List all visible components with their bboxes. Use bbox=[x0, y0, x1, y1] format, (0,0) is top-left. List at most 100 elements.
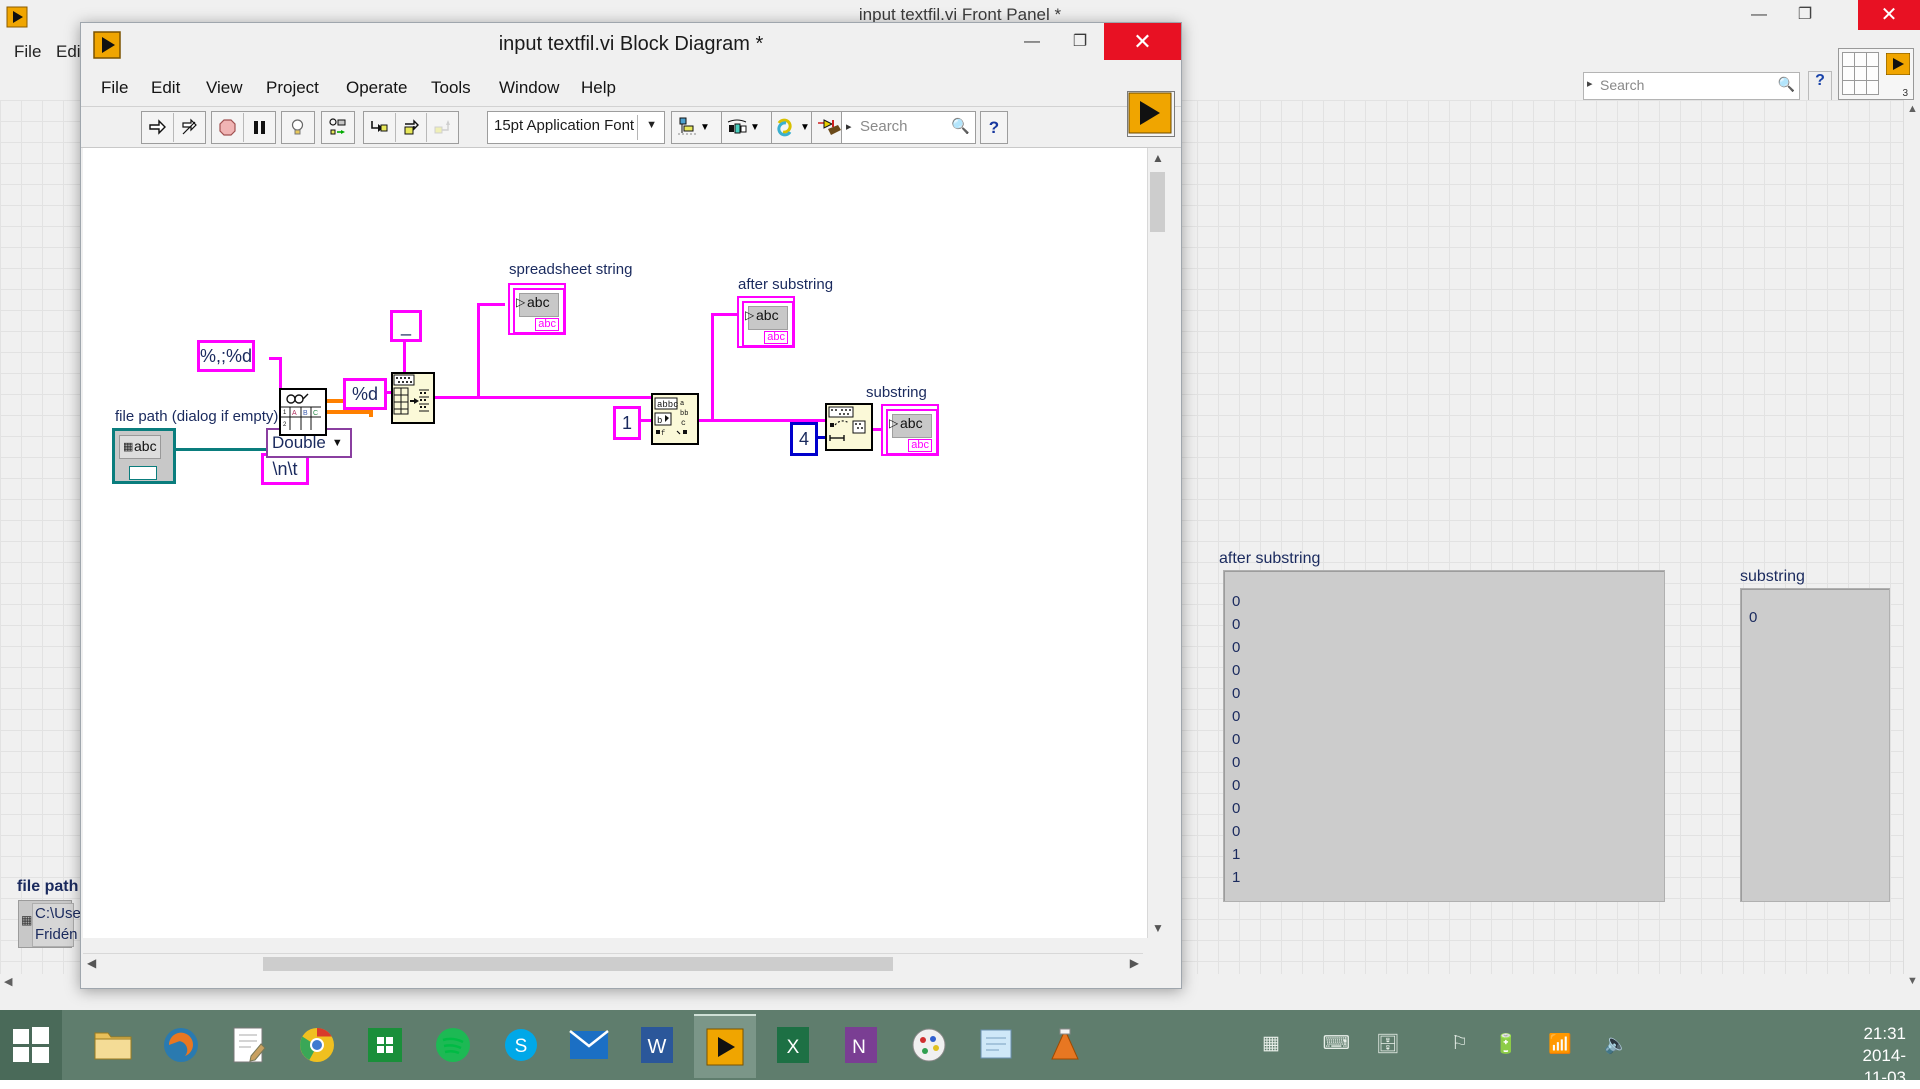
retain-wire-values-button[interactable] bbox=[322, 113, 353, 142]
tray-show-desktop-icon[interactable]: 🗄 bbox=[1376, 1032, 1400, 1056]
offset-one-constant[interactable]: 1 bbox=[613, 406, 641, 440]
step-out-button[interactable] bbox=[427, 113, 459, 142]
clock-date: 2014-11-03 bbox=[1862, 1046, 1906, 1087]
taskbar-file-explorer[interactable] bbox=[82, 1014, 144, 1076]
scroll-up-icon[interactable]: ▲ bbox=[1152, 151, 1164, 165]
taskbar-firefox[interactable] bbox=[150, 1014, 212, 1076]
svg-text:c: c bbox=[681, 419, 686, 428]
block-diagram-minimize-button[interactable]: — bbox=[1008, 23, 1056, 60]
scroll-left-icon[interactable]: ◀ bbox=[4, 975, 12, 988]
tray-battery-icon[interactable]: 🔋 bbox=[1494, 1032, 1518, 1056]
front-panel-vertical-scrollbar[interactable]: ▲ ▼ bbox=[1903, 100, 1920, 990]
taskbar-spotify[interactable] bbox=[422, 1014, 484, 1076]
abort-execution-button[interactable] bbox=[212, 113, 244, 142]
fp-file-path-control[interactable]: ▦ C:\Use Fridén bbox=[18, 900, 81, 948]
chevron-down-icon[interactable]: ▼ bbox=[800, 122, 810, 133]
spreadsheet-string-indicator[interactable]: ▷ abc abc bbox=[508, 283, 566, 335]
front-panel-help-button[interactable]: ? bbox=[1808, 71, 1832, 101]
front-panel-palette[interactable]: 3 bbox=[1838, 48, 1914, 100]
underscore-constant[interactable]: _ bbox=[390, 310, 422, 342]
front-panel-maximize-button[interactable]: ❐ bbox=[1782, 0, 1828, 30]
front-panel-minimize-button[interactable]: — bbox=[1736, 0, 1782, 30]
highlight-execution-button[interactable] bbox=[282, 113, 313, 142]
format-d-constant[interactable]: %d bbox=[343, 378, 387, 410]
tray-keyboard-icon[interactable]: ⌨ bbox=[1323, 1032, 1350, 1055]
tray-volume-icon[interactable]: 🔈 bbox=[1604, 1032, 1628, 1056]
chevron-down-icon[interactable]: ▼ bbox=[700, 122, 710, 133]
taskbar-excel[interactable]: X bbox=[762, 1014, 824, 1076]
menu-file[interactable]: File bbox=[101, 78, 128, 98]
menu-project[interactable]: Project bbox=[266, 78, 319, 98]
menu-edit[interactable]: Edit bbox=[151, 78, 180, 98]
block-diagram-search-box[interactable]: ▸ Search 🔍 bbox=[841, 111, 976, 144]
menu-operate[interactable]: Operate bbox=[346, 78, 407, 98]
vertical-scroll-thumb[interactable] bbox=[1150, 172, 1165, 232]
tray-action-center-icon[interactable]: ⚐ bbox=[1451, 1032, 1468, 1055]
svg-text:A: A bbox=[292, 410, 297, 417]
diagram-vertical-scrollbar[interactable]: ▲ ▼ bbox=[1147, 148, 1168, 938]
block-diagram-canvas[interactable]: file path (dialog if empty) spreadsheet … bbox=[83, 148, 1148, 938]
taskbar-notes[interactable] bbox=[218, 1014, 280, 1076]
step-over-button[interactable] bbox=[395, 113, 428, 142]
fp-after-substring-indicator[interactable]: 0 0 0 0 0 0 0 0 0 0 0 1 1 bbox=[1223, 570, 1665, 902]
search-icon[interactable]: 🔍 bbox=[951, 117, 970, 135]
menu-view[interactable]: View bbox=[206, 78, 243, 98]
taskbar-onenote[interactable]: N bbox=[830, 1014, 892, 1076]
diagram-horizontal-scrollbar[interactable]: ◀ ▶ bbox=[83, 953, 1143, 974]
read-from-spreadsheet-file-node[interactable]: A B C 1 2 bbox=[279, 388, 327, 436]
block-diagram-menubar: File Edit View Project Operate Tools Win… bbox=[81, 72, 1181, 107]
taskbar-clock[interactable]: 21:31 2014-11-03 bbox=[1863, 1023, 1906, 1089]
taskbar-store[interactable] bbox=[354, 1014, 416, 1076]
block-diagram-close-button[interactable]: ✕ bbox=[1104, 23, 1181, 60]
taskbar-vlc[interactable] bbox=[1034, 1014, 1096, 1076]
connector-pane[interactable] bbox=[1127, 91, 1175, 137]
after-substring-indicator[interactable]: ▷ abc abc bbox=[737, 296, 795, 348]
distribute-objects-button[interactable]: ▼ bbox=[721, 111, 775, 144]
taskbar-chrome[interactable] bbox=[286, 1014, 348, 1076]
taskbar-word[interactable]: W bbox=[626, 1014, 688, 1076]
block-diagram-help-button[interactable]: ? bbox=[980, 111, 1008, 144]
tray-grid-icon[interactable]: ▦ bbox=[1262, 1032, 1280, 1055]
font-selector[interactable]: 15pt Application Font ▼ bbox=[487, 111, 665, 144]
scroll-up-icon[interactable]: ▲ bbox=[1907, 103, 1918, 115]
run-button[interactable] bbox=[142, 113, 174, 142]
front-panel-close-button[interactable]: ✕ bbox=[1858, 0, 1920, 30]
taskbar-notepad[interactable] bbox=[966, 1014, 1028, 1076]
menu-window[interactable]: Window bbox=[499, 78, 559, 98]
fp-substring-indicator[interactable]: 0 bbox=[1740, 588, 1890, 902]
taskbar-skype[interactable]: S bbox=[490, 1014, 552, 1076]
scroll-right-icon[interactable]: ▶ bbox=[1130, 956, 1139, 970]
format-constant[interactable]: %,;%d bbox=[197, 340, 255, 372]
block-diagram-maximize-button[interactable]: ❐ bbox=[1056, 23, 1104, 60]
scroll-down-icon[interactable]: ▼ bbox=[1152, 921, 1164, 935]
fp-menu-file[interactable]: File bbox=[14, 42, 41, 62]
scroll-down-icon[interactable]: ▼ bbox=[1907, 975, 1918, 987]
search-icon[interactable]: 🔍 bbox=[1778, 76, 1795, 93]
pause-button[interactable] bbox=[244, 113, 275, 142]
search-split-string-node[interactable]: abbc b a bb c f bbox=[651, 393, 699, 445]
chevron-down-icon[interactable]: ▼ bbox=[332, 437, 343, 449]
chevron-right-icon[interactable]: ▸ bbox=[846, 120, 852, 133]
string-subset-node[interactable] bbox=[825, 403, 873, 451]
svg-text:C: C bbox=[313, 410, 318, 417]
substring-indicator[interactable]: ▷ abc abc bbox=[881, 404, 939, 456]
file-path-control-terminal[interactable]: ▦ abc bbox=[112, 428, 176, 484]
taskbar-labview[interactable] bbox=[694, 1014, 756, 1078]
front-panel-search-box[interactable]: ▸ Search 🔍 bbox=[1583, 72, 1800, 100]
length-four-constant[interactable]: 4 bbox=[790, 422, 818, 456]
svg-text:W: W bbox=[648, 1036, 667, 1058]
menu-tools[interactable]: Tools bbox=[431, 78, 471, 98]
run-continuously-button[interactable] bbox=[174, 113, 205, 142]
horizontal-scroll-thumb[interactable] bbox=[263, 957, 893, 971]
scroll-left-icon[interactable]: ◀ bbox=[87, 956, 96, 970]
taskbar-mail[interactable] bbox=[558, 1014, 620, 1076]
menu-help[interactable]: Help bbox=[581, 78, 616, 98]
chevron-down-icon[interactable]: ▼ bbox=[646, 119, 657, 131]
array-to-spreadsheet-string-node[interactable] bbox=[391, 372, 435, 424]
start-button[interactable] bbox=[0, 1010, 62, 1080]
taskbar-paint[interactable] bbox=[898, 1014, 960, 1076]
step-into-button[interactable] bbox=[364, 113, 396, 142]
tray-network-icon[interactable]: 📶 bbox=[1548, 1032, 1572, 1056]
align-objects-button[interactable]: ▼ bbox=[671, 111, 725, 144]
chevron-down-icon[interactable]: ▼ bbox=[750, 122, 760, 133]
